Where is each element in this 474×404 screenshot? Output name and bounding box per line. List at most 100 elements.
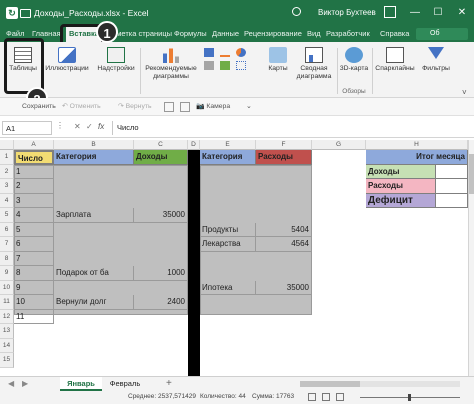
autosave-icon[interactable]: ↻	[6, 7, 18, 19]
tab-formulas[interactable]: Формулы	[174, 26, 207, 42]
tab-data[interactable]: Данные	[212, 26, 239, 42]
cell-i2[interactable]	[436, 164, 468, 179]
chart-type-gallery[interactable]	[204, 48, 260, 78]
pivotchart-button[interactable]: Сводная диаграмма	[294, 42, 334, 98]
column-header-d[interactable]: D	[188, 140, 200, 150]
user-name[interactable]: Виктор Бухтеев	[318, 0, 376, 26]
cell-a10[interactable]: 9	[14, 280, 54, 295]
cell-e7[interactable]: Лекарства	[200, 237, 256, 252]
cell-h4[interactable]: Дефицит	[366, 193, 436, 208]
cell-a6[interactable]: 5	[14, 222, 54, 237]
cell-a2[interactable]: 1	[14, 164, 54, 179]
cell-h2[interactable]: Доходы	[366, 164, 436, 179]
row-header[interactable]: 7	[0, 237, 14, 252]
cell-b5[interactable]: Зарплата	[54, 208, 134, 223]
column-header-b[interactable]: B	[54, 140, 134, 150]
row-header[interactable]: 13	[0, 324, 14, 339]
column-header-f[interactable]: F	[256, 140, 312, 150]
column-header-g[interactable]: G	[312, 140, 366, 150]
cell-f10[interactable]: 35000	[256, 280, 312, 295]
formula-input[interactable]: Число	[112, 121, 472, 135]
enter-icon[interactable]: ✓	[86, 122, 93, 131]
row-header[interactable]: 8	[0, 251, 14, 266]
add-sheet-button[interactable]: +	[166, 377, 172, 391]
qat-form-icon[interactable]	[164, 102, 174, 112]
pie-chart-icon[interactable]	[236, 48, 246, 57]
cell-f1[interactable]: Расходы	[256, 150, 312, 165]
select-all-corner[interactable]	[0, 140, 14, 150]
share-button[interactable]: Об	[416, 28, 468, 40]
column-header-a[interactable]: A	[14, 140, 54, 150]
cell-b1[interactable]: Категория	[54, 150, 134, 165]
cell-a1[interactable]: Число	[14, 150, 54, 165]
namebox-dropdown-icon[interactable]: ⋮	[56, 121, 64, 130]
column-chart-icon[interactable]	[204, 48, 214, 57]
cell-a3[interactable]: 2	[14, 179, 54, 194]
cell-a4[interactable]: 3	[14, 193, 54, 208]
cell-a11[interactable]: 10	[14, 295, 54, 310]
cell-a5[interactable]: 4	[14, 208, 54, 223]
cell-a9[interactable]: 8	[14, 266, 54, 281]
tab-view[interactable]: Вид	[307, 26, 321, 42]
maps-button[interactable]: Карты	[264, 42, 292, 98]
qat-camera-button[interactable]: 📷 Камера	[196, 98, 230, 116]
sparklines-button[interactable]: Спарклайны	[374, 42, 416, 98]
row-header[interactable]: 12	[0, 309, 14, 324]
qat-customize-icon[interactable]: ⌄	[246, 98, 252, 116]
tab-developer[interactable]: Разработчик	[326, 26, 370, 42]
illustrations-button[interactable]: Иллюстрации	[44, 42, 90, 98]
qat-paste-icon[interactable]	[180, 102, 190, 112]
save-icon[interactable]	[20, 9, 31, 18]
cell-a12[interactable]: 11	[14, 309, 54, 324]
normal-view-icon[interactable]	[308, 393, 316, 401]
cell-c5[interactable]: 35000	[134, 208, 188, 223]
row-header[interactable]: 10	[0, 280, 14, 295]
row-header[interactable]: 3	[0, 179, 14, 194]
vertical-scrollbar[interactable]	[468, 140, 474, 376]
row-header[interactable]: 11	[0, 295, 14, 310]
minimize-icon[interactable]: —	[404, 0, 426, 26]
cell-a8[interactable]: 7	[14, 251, 54, 266]
column-header-e[interactable]: E	[200, 140, 256, 150]
cell-f7[interactable]: 4564	[256, 237, 312, 252]
column-header-c[interactable]: C	[134, 140, 188, 150]
zoom-slider[interactable]	[360, 394, 460, 401]
search-icon[interactable]	[292, 7, 301, 16]
ribbon-display-icon[interactable]	[384, 6, 396, 18]
cell-i3[interactable]	[436, 179, 468, 194]
filters-button[interactable]: Фильтры	[418, 42, 454, 98]
cell-c9[interactable]: 1000	[134, 266, 188, 281]
line-chart-icon[interactable]	[220, 48, 230, 57]
scrollbar-thumb[interactable]	[469, 154, 474, 194]
name-box[interactable]: A1	[2, 121, 52, 135]
qat-redo-button[interactable]: ↷ Вернуть	[118, 98, 152, 116]
cell-b11[interactable]: Вернули долг	[54, 295, 134, 310]
maximize-icon[interactable]: ☐	[427, 0, 449, 26]
row-header[interactable]: 2	[0, 164, 14, 179]
close-icon[interactable]: ✕	[451, 0, 473, 26]
cell-e10[interactable]: Ипотека	[200, 280, 256, 295]
cell-e1[interactable]: Категория	[200, 150, 256, 165]
column-header-h[interactable]: H	[366, 140, 468, 150]
recommended-charts-button[interactable]: Рекомендуемые диаграммы	[142, 42, 200, 98]
area-chart-icon[interactable]	[220, 61, 230, 70]
next-sheet-icon[interactable]: ▶	[22, 379, 28, 388]
zoom-slider-thumb[interactable]	[408, 394, 411, 401]
tab-help[interactable]: Справка	[380, 26, 409, 42]
cell-a7[interactable]: 6	[14, 237, 54, 252]
cell-h1[interactable]: Итог месяца	[366, 150, 468, 165]
page-break-view-icon[interactable]	[336, 393, 344, 401]
row-header[interactable]: 6	[0, 222, 14, 237]
cell-f6[interactable]: 5404	[256, 222, 312, 237]
qat-undo-button[interactable]: ↶ Отменить	[62, 98, 101, 116]
horizontal-scrollbar[interactable]	[300, 381, 460, 387]
cell-e6[interactable]: Продукты	[200, 222, 256, 237]
prev-sheet-icon[interactable]: ◀	[8, 379, 14, 388]
cell-h3[interactable]: Расходы	[366, 179, 436, 194]
addins-button[interactable]: Надстройки	[94, 42, 138, 98]
cell-c1[interactable]: Доходы	[134, 150, 188, 165]
row-header[interactable]: 14	[0, 338, 14, 353]
scatter-chart-icon[interactable]	[236, 61, 246, 70]
cell-b9[interactable]: Подарок от ба	[54, 266, 134, 281]
row-header[interactable]: 1	[0, 150, 14, 165]
